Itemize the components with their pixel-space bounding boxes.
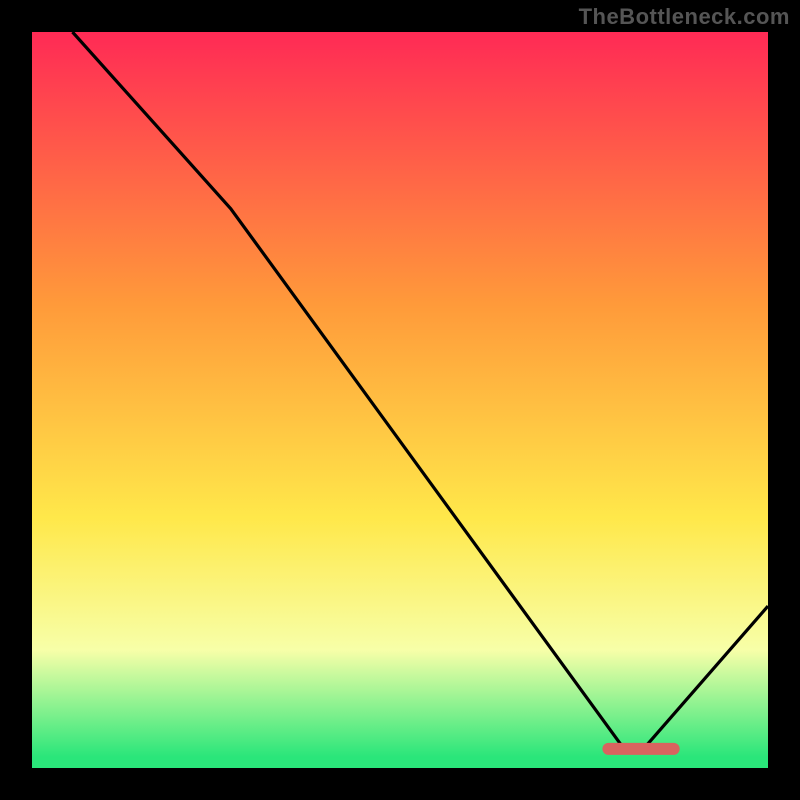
plot-area <box>32 32 768 768</box>
gradient-fill <box>32 32 768 768</box>
chart-stage: TheBottleneck.com <box>0 0 800 800</box>
watermark-text: TheBottleneck.com <box>579 4 790 30</box>
chart-svg <box>32 32 768 768</box>
optimum-marker <box>602 743 679 755</box>
